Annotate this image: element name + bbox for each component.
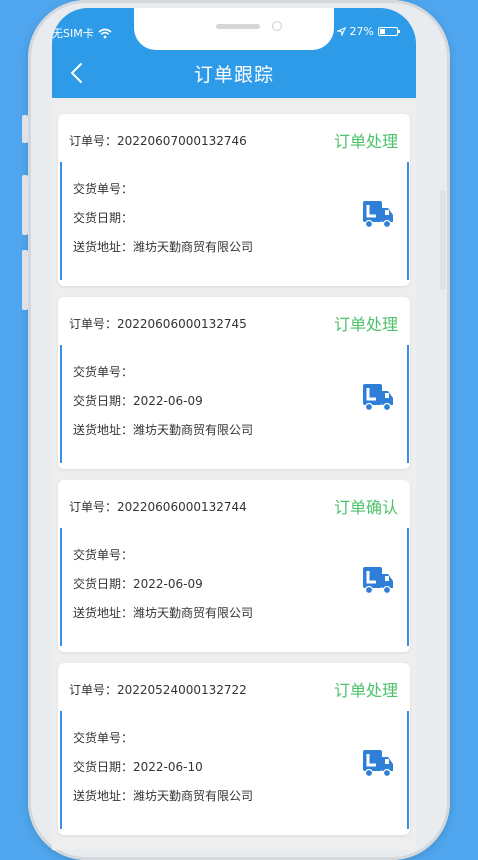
- delivery-number: 交货单号：: [73, 365, 134, 379]
- delivery-address: 送货地址：潍坊天勤商贸有限公司: [73, 789, 254, 803]
- delivery-date: 交货日期：2022-06-10: [73, 760, 203, 774]
- delivery-date: 交货日期：: [73, 211, 134, 225]
- speaker-grill: [216, 24, 260, 29]
- order-card[interactable]: 订单号：20220607000132746 订单处理 交货单号： 交货日期： 送…: [58, 114, 410, 286]
- nav-header: 无SIM卡 27% 订单跟踪: [52, 8, 416, 98]
- location-arrow-icon: [336, 27, 346, 36]
- order-card-header: 订单号：20220606000132745 订单处理: [58, 297, 410, 345]
- delivery-number: 交货单号：: [73, 182, 134, 196]
- order-card[interactable]: 订单号：20220524000132722 订单处理 交货单号： 交货日期：20…: [58, 663, 410, 835]
- delivery-address: 送货地址：潍坊天勤商贸有限公司: [73, 240, 254, 254]
- order-number: 订单号：20220524000132722: [69, 683, 247, 697]
- status-bar-left: 无SIM卡: [52, 25, 112, 41]
- battery-icon: [378, 27, 400, 36]
- battery-percent: 27%: [349, 25, 374, 38]
- order-status: 订单处理: [333, 132, 398, 151]
- delivery-number: 交货单号：: [73, 731, 134, 745]
- notch: [134, 8, 334, 50]
- order-status: 订单处理: [333, 681, 398, 700]
- order-status: 订单处理: [333, 315, 398, 334]
- order-number: 订单号：20220607000132746: [69, 134, 247, 148]
- delivery-truck-icon: [363, 201, 393, 229]
- delivery-truck-icon: [363, 567, 393, 595]
- power-button: [440, 190, 446, 290]
- volume-up-button: [22, 175, 28, 235]
- delivery-address: 送货地址：潍坊天勤商贸有限公司: [73, 606, 254, 620]
- delivery-address: 送货地址：潍坊天勤商贸有限公司: [73, 423, 254, 437]
- order-card-body: 交货单号： 交货日期：2022-06-10 送货地址：潍坊天勤商贸有限公司: [60, 711, 409, 829]
- delivery-truck-icon: [363, 384, 393, 412]
- page-title: 订单跟踪: [193, 64, 274, 86]
- delivery-truck-icon: [363, 750, 393, 778]
- front-camera: [272, 21, 282, 31]
- order-number: 订单号：20220606000132744: [69, 500, 247, 514]
- order-card[interactable]: 订单号：20220606000132744 订单确认 交货单号： 交货日期：20…: [58, 480, 410, 652]
- delivery-number: 交货单号：: [73, 548, 134, 562]
- order-card[interactable]: 订单号：20220606000132745 订单处理 交货单号： 交货日期：20…: [58, 297, 410, 469]
- order-card-body: 交货单号： 交货日期： 送货地址：潍坊天勤商贸有限公司: [60, 162, 409, 280]
- delivery-date: 交货日期：2022-06-09: [73, 577, 203, 591]
- order-card-header: 订单号：20220607000132746 订单处理: [58, 114, 410, 162]
- carrier-text: 无SIM卡: [52, 27, 94, 40]
- volume-down-button: [22, 250, 28, 310]
- order-card-body: 交货单号： 交货日期：2022-06-09 送货地址：潍坊天勤商贸有限公司: [60, 528, 409, 646]
- delivery-date: 交货日期：2022-06-09: [73, 394, 203, 408]
- order-card-header: 订单号：20220606000132744 订单确认: [58, 480, 410, 528]
- app-screen: 无SIM卡 27% 订单跟踪 订单号：20220607000132746 订单处…: [52, 8, 416, 850]
- mute-switch: [22, 115, 28, 143]
- order-number: 订单号：20220606000132745: [69, 317, 247, 331]
- wifi-icon: [98, 28, 112, 38]
- order-status: 订单确认: [333, 498, 398, 517]
- order-card-body: 交货单号： 交货日期：2022-06-09 送货地址：潍坊天勤商贸有限公司: [60, 345, 409, 463]
- status-bar-right: 27%: [336, 25, 400, 38]
- order-card-header: 订单号：20220524000132722 订单处理: [58, 663, 410, 711]
